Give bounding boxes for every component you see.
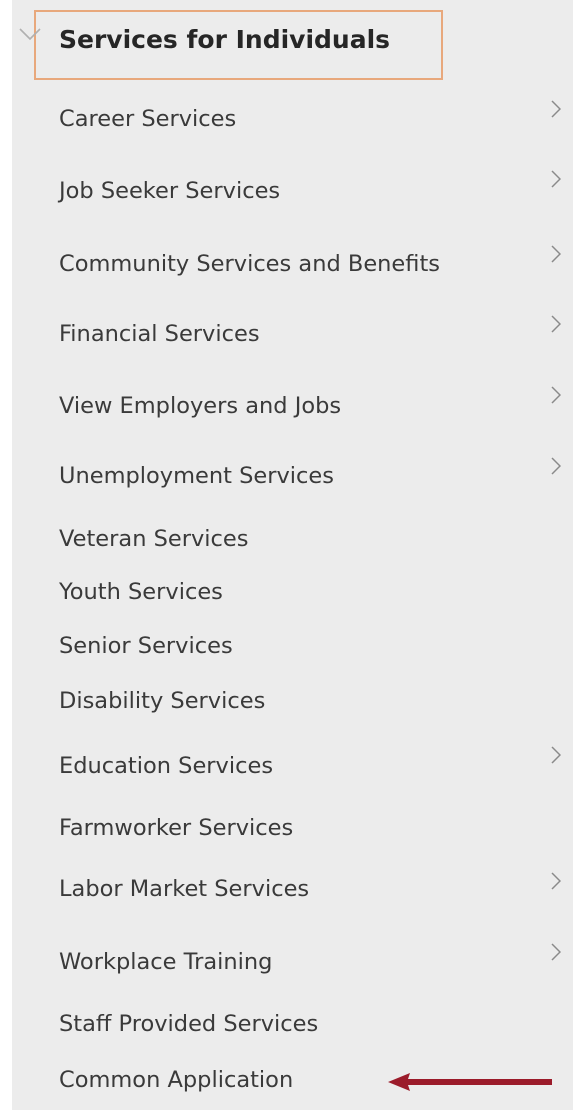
menu-item-veteran-services[interactable]: Veteran Services [12,521,573,557]
menu-item-label: Career Services [59,106,237,132]
menu-item-community-services-and-benefits[interactable]: Community Services and Benefits [12,245,573,282]
menu-item-label: View Employers and Jobs [59,393,342,419]
menu-item-view-employers-and-jobs[interactable]: View Employers and Jobs [12,386,573,424]
chevron-right-icon [551,457,561,475]
chevron-down-icon [19,28,41,41]
menu-item-label: Disability Services [59,688,266,714]
chevron-right-icon [551,746,561,764]
chevron-right-icon [551,943,561,961]
menu-item-senior-services[interactable]: Senior Services [12,628,573,664]
menu-item-career-services[interactable]: Career Services [12,100,573,137]
menu-item-label: Labor Market Services [59,876,310,902]
menu-item-label: Staff Provided Services [59,1011,319,1037]
menu-item-job-seeker-services[interactable]: Job Seeker Services [12,170,573,209]
menu-item-label: Senior Services [59,633,233,659]
menu-item-label: Community Services and Benefits [59,251,440,277]
menu-item-label: Workplace Training [59,949,273,975]
chevron-right-icon [551,245,561,263]
menu-item-label: Financial Services [59,321,260,347]
chevron-right-icon [551,315,561,333]
chevron-right-icon [551,872,561,890]
menu-item-education-services[interactable]: Education Services [12,746,573,784]
menu-item-farmworker-services[interactable]: Farmworker Services [12,810,573,846]
menu-item-youth-services[interactable]: Youth Services [12,574,573,610]
menu-item-label: Education Services [59,753,274,779]
chevron-right-icon [551,170,561,188]
menu-item-workplace-training[interactable]: Workplace Training [12,943,573,980]
menu-item-label: Veteran Services [59,526,249,552]
menu-item-label: Job Seeker Services [59,178,281,204]
menu-item-label: Common Application [59,1067,294,1093]
menu-item-label: Unemployment Services [59,463,334,489]
menu-item-label: Farmworker Services [59,815,294,841]
menu-item-labor-market-services[interactable]: Labor Market Services [12,871,573,907]
arrow-left-icon [388,1073,552,1091]
chevron-right-icon [551,386,561,404]
menu-item-label: Youth Services [59,579,223,605]
menu-section-title: Services for Individuals [59,25,391,54]
menu-item-financial-services[interactable]: Financial Services [12,315,573,352]
menu-item-disability-services[interactable]: Disability Services [12,683,573,719]
chevron-right-icon [551,100,561,118]
menu-item-unemployment-services[interactable]: Unemployment Services [12,457,573,494]
menu-item-staff-provided-services[interactable]: Staff Provided Services [12,1006,573,1042]
